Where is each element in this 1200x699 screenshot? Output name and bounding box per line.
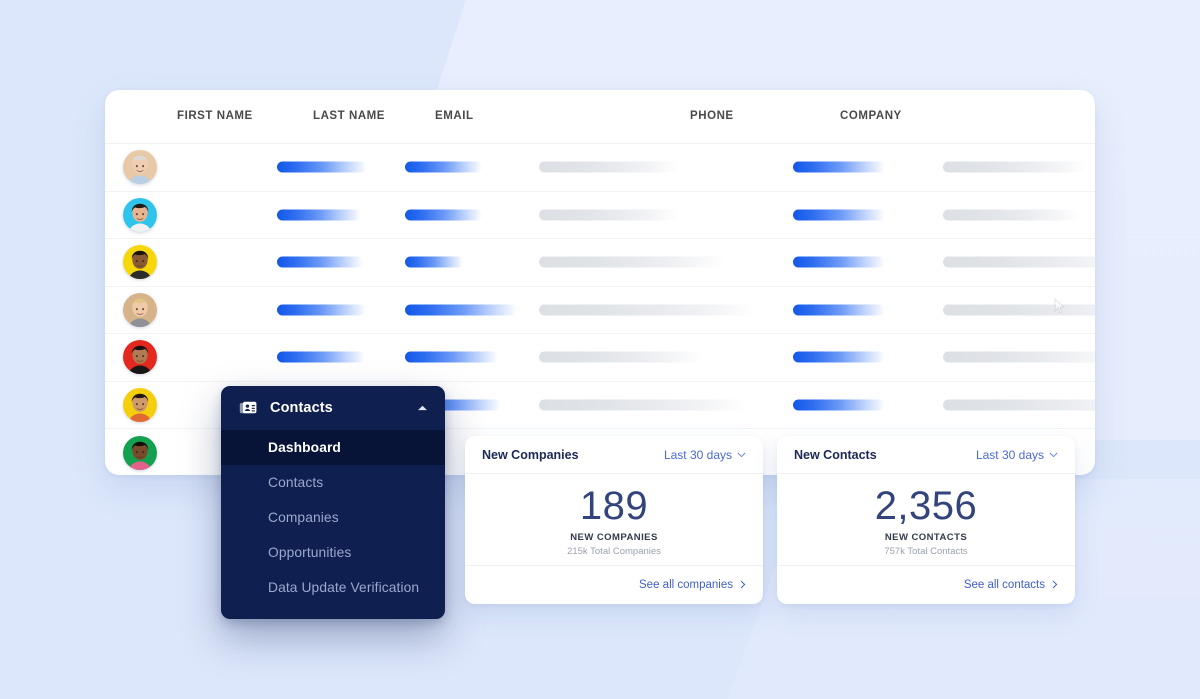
table-row[interactable] (105, 334, 1095, 382)
new-contacts-range-label: Last 30 days (975, 447, 1044, 462)
cell-first-name-placeholder (277, 209, 361, 221)
chevron-down-icon (737, 452, 746, 457)
contact-card-icon (239, 401, 257, 413)
chevron-down-icon (1049, 452, 1058, 457)
cell-phone-placeholder (793, 209, 885, 221)
chevron-right-icon (740, 580, 746, 589)
avatar-smiling-man (123, 245, 157, 280)
cell-first-name-placeholder (277, 256, 363, 268)
see-all-companies-link[interactable]: See all companies (639, 579, 733, 591)
new-companies-value: 189 (579, 483, 649, 528)
column-header-company[interactable]: COMPANY (840, 110, 902, 122)
avatar[interactable] (123, 292, 157, 327)
avatar[interactable] (123, 245, 157, 280)
nav-item-list: Dashboard Contacts Companies Opportunities D… (221, 430, 445, 605)
cell-phone-placeholder (793, 161, 885, 173)
column-header-last-name[interactable]: LAST NAME (313, 110, 385, 122)
cell-phone-placeholder (793, 304, 885, 316)
new-contacts-title: New Contacts (794, 447, 877, 462)
avatar-elderly-man-glasses (123, 150, 157, 185)
new-contacts-total: 757k Total Contacts (884, 545, 968, 557)
avatar[interactable] (123, 435, 157, 470)
nav-item-companies[interactable]: Companies (221, 500, 445, 535)
avatar-bearded-man (123, 387, 157, 422)
nav-item-contacts[interactable]: Contacts (221, 465, 445, 500)
new-contacts-card-footer[interactable]: See all contacts (777, 566, 1075, 603)
new-contacts-card: New Contacts Last 30 days 2,356 NEW CONT… (777, 436, 1075, 604)
cell-phone-placeholder (793, 351, 885, 363)
cell-phone-placeholder (793, 399, 885, 411)
new-companies-range-label: Last 30 days (663, 447, 732, 462)
new-companies-title: New Companies (482, 447, 579, 462)
new-companies-card-footer[interactable]: See all companies (465, 566, 763, 603)
see-all-contacts-link[interactable]: See all contacts (964, 579, 1045, 591)
cell-last-name-placeholder (405, 351, 498, 363)
new-contacts-card-header: New Contacts Last 30 days (777, 436, 1075, 474)
cell-company-placeholder (943, 209, 1081, 221)
cell-last-name-placeholder (405, 209, 482, 221)
avatar[interactable] (123, 340, 157, 375)
nav-item-dashboard[interactable]: Dashboard (221, 430, 445, 465)
cell-email-placeholder (539, 256, 725, 268)
avatar[interactable] (123, 387, 157, 422)
cell-company-placeholder (943, 351, 1095, 363)
new-companies-range-selector[interactable]: Last 30 days (664, 448, 746, 462)
cell-first-name-placeholder (277, 161, 367, 173)
cell-company-placeholder (943, 256, 1095, 268)
cell-email-placeholder (539, 351, 703, 363)
new-companies-total: 215k Total Companies (567, 545, 661, 557)
nav-item-label: Contacts (268, 475, 324, 490)
nav-item-data-update-verification[interactable]: Data Update Verification (221, 570, 445, 605)
new-companies-metric-label: NEW COMPANIES (570, 531, 658, 543)
cell-company-placeholder (943, 304, 1095, 316)
column-header-first-name[interactable]: FIRST NAME (177, 110, 253, 122)
cell-last-name-placeholder (405, 161, 482, 173)
table-row[interactable] (105, 192, 1095, 239)
cell-phone-placeholder (793, 256, 885, 268)
cell-email-placeholder (539, 209, 679, 221)
cell-last-name-placeholder (405, 304, 517, 316)
avatar-woman-red-background (123, 340, 157, 375)
nav-item-label: Opportunities (268, 545, 352, 560)
new-companies-card: New Companies Last 30 days 189 NEW COMPA… (465, 436, 763, 604)
new-companies-card-body: 189 NEW COMPANIES 215k Total Companies (465, 474, 763, 566)
table-row[interactable] (105, 287, 1095, 334)
avatar-woman-dark-hair (123, 197, 157, 232)
column-header-phone[interactable]: PHONE (690, 110, 734, 122)
nav-item-label: Data Update Verification (268, 580, 420, 595)
avatar-woman-green-background (123, 435, 157, 470)
cell-email-placeholder (539, 304, 757, 316)
nav-header-label: Contacts (270, 400, 333, 416)
chevron-right-icon (1052, 580, 1058, 589)
new-contacts-range-selector[interactable]: Last 30 days (976, 448, 1058, 462)
cell-last-name-placeholder (405, 256, 463, 268)
cell-company-placeholder (943, 161, 1086, 173)
column-header-email[interactable]: EMAIL (435, 110, 474, 122)
cell-first-name-placeholder (277, 351, 365, 363)
nav-header-contacts[interactable]: Contacts (221, 386, 445, 430)
table-row[interactable] (105, 239, 1095, 287)
cell-first-name-placeholder (277, 304, 366, 316)
avatar[interactable] (123, 150, 157, 185)
avatar[interactable] (123, 197, 157, 232)
new-contacts-metric-label: NEW CONTACTS (884, 531, 968, 543)
table-header-row: FIRST NAME LAST NAME EMAIL PHONE COMPANY (105, 90, 1095, 144)
cell-email-placeholder (539, 399, 747, 411)
cell-email-placeholder (539, 161, 679, 173)
nav-item-label: Dashboard (268, 440, 341, 455)
new-companies-card-header: New Companies Last 30 days (465, 436, 763, 474)
nav-item-opportunities[interactable]: Opportunities (221, 535, 445, 570)
nav-item-label: Companies (268, 510, 339, 525)
table-row[interactable] (105, 144, 1095, 192)
new-contacts-value: 2,356 (874, 483, 978, 528)
avatar-blonde-woman (123, 292, 157, 327)
chevron-up-icon[interactable] (417, 405, 428, 412)
new-contacts-card-body: 2,356 NEW CONTACTS 757k Total Contacts (777, 474, 1075, 566)
contacts-navigation-panel: Contacts Dashboard Contacts Companies Oppor… (221, 386, 445, 619)
cell-company-placeholder (943, 399, 1095, 411)
